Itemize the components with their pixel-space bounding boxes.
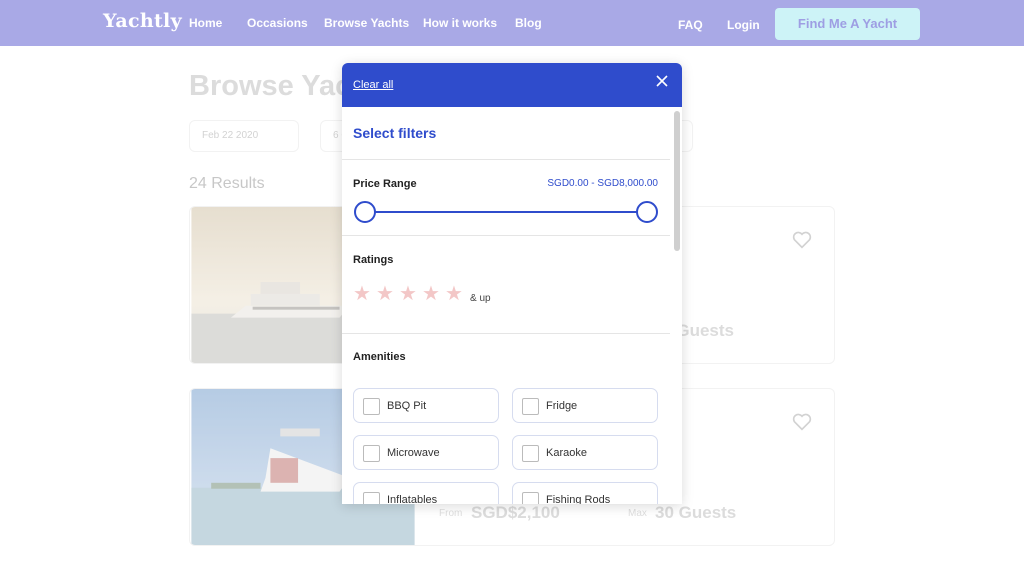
rating-star-3-icon[interactable]: ★: [399, 284, 417, 304]
modal-header: Clear all: [342, 63, 682, 107]
amenity-label: Fridge: [546, 400, 578, 412]
close-icon[interactable]: [655, 74, 669, 88]
price-slider-min-thumb[interactable]: [354, 201, 376, 223]
amenity-microwave[interactable]: Microwave: [353, 435, 499, 470]
amenity-inflatables[interactable]: Inflatables: [353, 482, 499, 504]
amenity-fishing-rods[interactable]: Fishing Rods: [512, 482, 658, 504]
nav-link-how-it-works[interactable]: How it works: [423, 16, 497, 30]
amenity-label: Inflatables: [387, 494, 438, 504]
rating-star-2-icon[interactable]: ★: [376, 284, 394, 304]
price-range-value: SGD0.00 - SGD8,000.00: [547, 178, 658, 189]
nav-link-occasions[interactable]: Occasions: [247, 16, 308, 30]
divider: [342, 333, 670, 334]
modal-body: Select filters Price Range SGD0.00 - SGD…: [342, 107, 670, 504]
clear-all-link[interactable]: Clear all: [353, 79, 393, 91]
top-nav: Yachtly Home Occasions Browse Yachts How…: [0, 0, 1024, 46]
divider: [342, 159, 670, 160]
price-slider-max-thumb[interactable]: [636, 201, 658, 223]
rating-star-4-icon[interactable]: ★: [422, 284, 440, 304]
ratings-suffix: & up: [470, 293, 491, 304]
checkbox[interactable]: [363, 398, 380, 415]
nav-link-browse-yachts[interactable]: Browse Yachts: [324, 16, 409, 30]
filter-modal: Clear all Select filters Price Range SGD…: [342, 63, 682, 504]
nav-link-home[interactable]: Home: [189, 16, 222, 30]
amenity-label: Microwave: [387, 447, 440, 459]
rating-star-1-icon[interactable]: ★: [353, 284, 371, 304]
nav-link-faq[interactable]: FAQ: [678, 18, 703, 32]
amenity-bbq-pit[interactable]: BBQ Pit: [353, 388, 499, 423]
amenity-fridge[interactable]: Fridge: [512, 388, 658, 423]
price-range-label: Price Range: [353, 178, 417, 190]
rating-star-5-icon[interactable]: ★: [445, 284, 463, 304]
checkbox[interactable]: [522, 398, 539, 415]
divider: [342, 235, 670, 236]
modal-scrollbar[interactable]: [674, 111, 680, 251]
nav-link-blog[interactable]: Blog: [515, 16, 542, 30]
checkbox[interactable]: [522, 492, 539, 504]
price-slider-track[interactable]: [364, 211, 648, 213]
modal-title: Select filters: [353, 125, 437, 141]
amenities-label: Amenities: [353, 351, 406, 363]
checkbox[interactable]: [363, 445, 380, 462]
checkbox[interactable]: [522, 445, 539, 462]
nav-link-login[interactable]: Login: [727, 18, 760, 32]
checkbox[interactable]: [363, 492, 380, 504]
amenity-label: Karaoke: [546, 447, 587, 459]
amenity-karaoke[interactable]: Karaoke: [512, 435, 658, 470]
amenity-label: Fishing Rods: [546, 494, 611, 504]
brand-logo[interactable]: Yachtly: [103, 10, 182, 32]
ratings-label: Ratings: [353, 254, 394, 266]
find-me-a-yacht-button[interactable]: Find Me A Yacht: [775, 8, 920, 40]
amenity-label: BBQ Pit: [387, 400, 427, 412]
